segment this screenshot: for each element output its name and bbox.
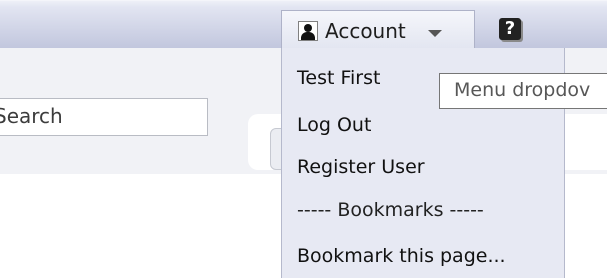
background-panel-right bbox=[560, 114, 607, 170]
tooltip: Menu dropdov bbox=[439, 73, 607, 109]
search-input[interactable]: Search bbox=[0, 98, 208, 136]
menu-item-test-first[interactable]: Test First bbox=[297, 66, 380, 90]
menu-item-bookmark-page[interactable]: Bookmark this page... bbox=[297, 244, 506, 268]
menu-item-register-user[interactable]: Register User bbox=[297, 155, 425, 179]
user-icon bbox=[298, 21, 318, 41]
account-label: Account bbox=[325, 19, 406, 43]
help-icon[interactable]: ? bbox=[499, 18, 521, 40]
chevron-down-icon bbox=[428, 30, 442, 37]
menu-item-log-out[interactable]: Log Out bbox=[297, 113, 371, 137]
account-menu-button[interactable]: Account bbox=[281, 10, 475, 48]
menu-separator-bookmarks: ----- Bookmarks ----- bbox=[297, 199, 484, 221]
search-placeholder: Search bbox=[0, 104, 63, 128]
